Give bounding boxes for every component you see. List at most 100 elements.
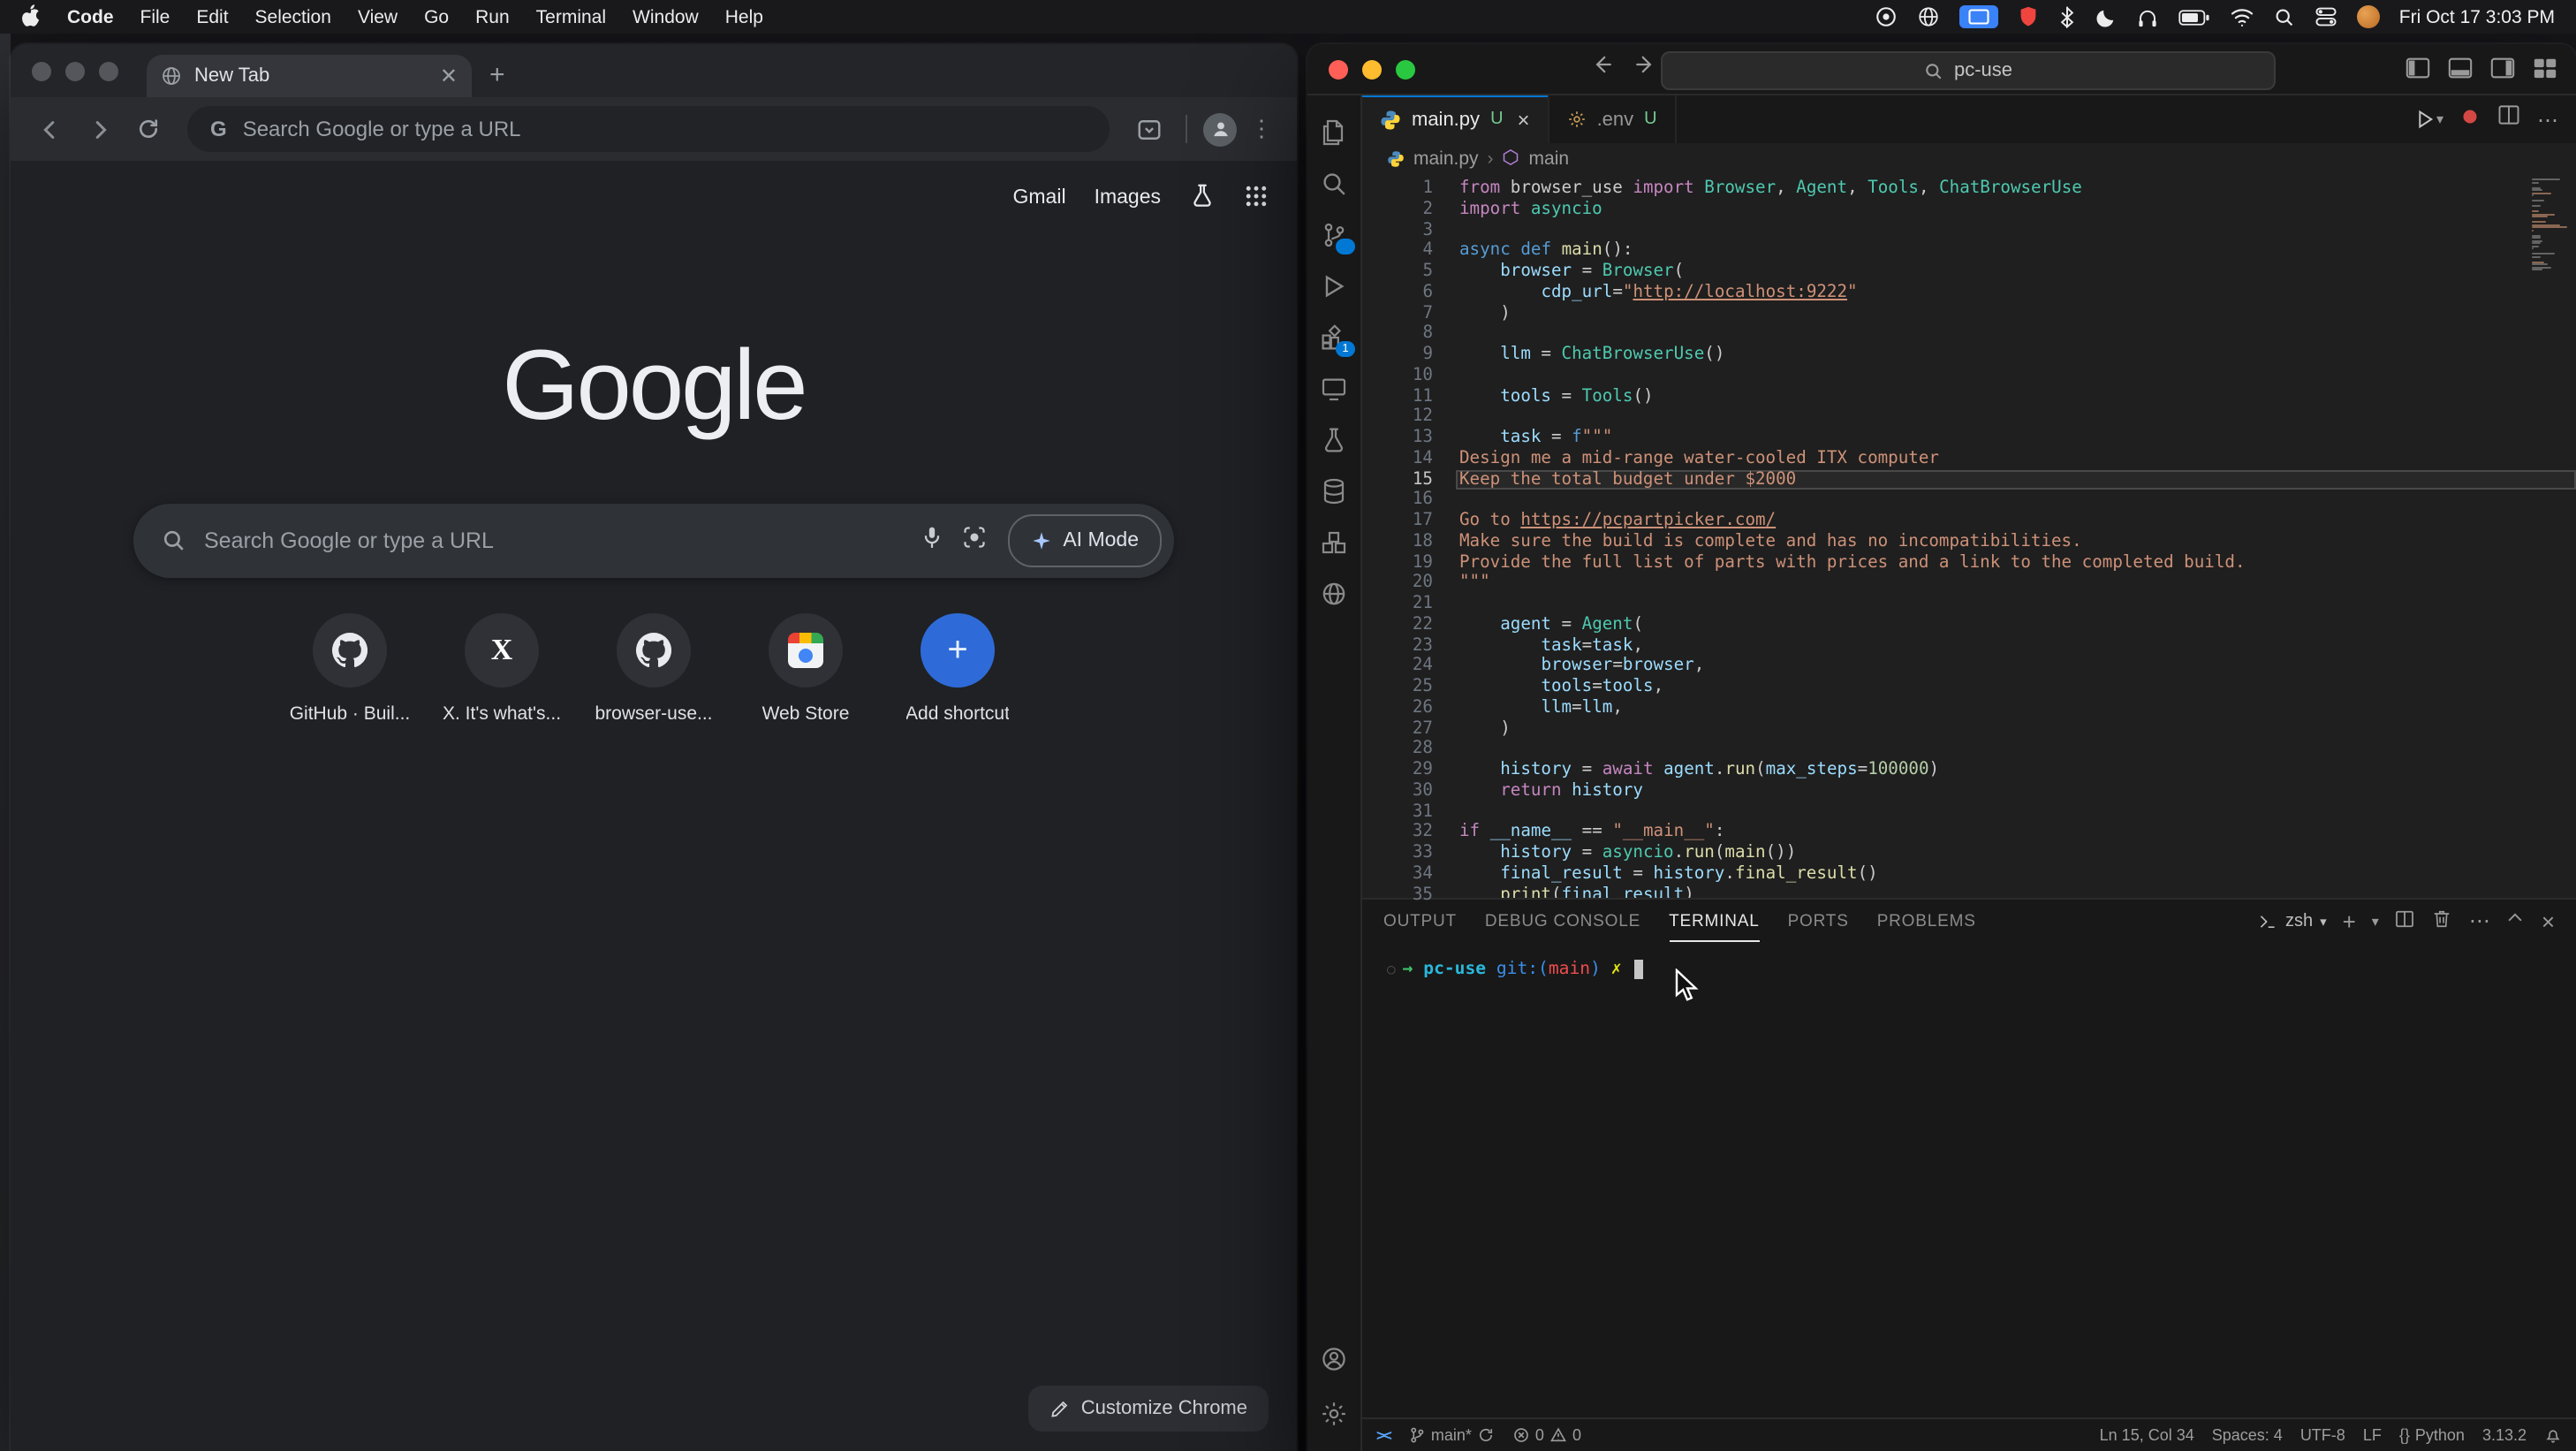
terminal[interactable]: ○ → pc-use git:(main) ✗ — [1362, 942, 2576, 1417]
google-search-box[interactable]: Search Google or type a URL AI Mode — [133, 504, 1174, 578]
battery-icon[interactable] — [2178, 8, 2210, 26]
command-center-search[interactable]: pc-use — [1661, 51, 2276, 90]
run-python-file-button[interactable]: ▾ — [2413, 108, 2443, 131]
new-tab-button[interactable]: + — [489, 60, 505, 90]
split-editor-icon[interactable] — [2496, 103, 2521, 136]
tab-close-icon[interactable]: × — [1518, 107, 1530, 132]
settings-gear-icon[interactable] — [1320, 1400, 1348, 1437]
code-line-4[interactable]: async def main(): — [1456, 241, 2576, 262]
code-line-35[interactable]: print(final_result) — [1456, 885, 2576, 898]
menubar-item-view[interactable]: View — [358, 6, 398, 27]
problems-indicator[interactable]: 0 0 — [1512, 1426, 1581, 1444]
code-line-25[interactable]: tools=tools, — [1456, 677, 2576, 698]
code-line-9[interactable]: llm = ChatBrowserUse() — [1456, 345, 2576, 366]
code-line-15[interactable]: Keep the total budget under $2000 — [1456, 469, 2576, 490]
screen-record-icon[interactable] — [1875, 5, 1898, 28]
notifications-bell-icon[interactable] — [2544, 1426, 2562, 1444]
vscode-minimize-button[interactable] — [1362, 59, 1382, 79]
code-line-12[interactable] — [1456, 407, 2576, 429]
gmail-link[interactable]: Gmail — [1013, 187, 1066, 209]
labs-flask-icon[interactable] — [1189, 182, 1216, 214]
chrome-minimize-button[interactable] — [65, 62, 85, 81]
customize-layout-icon[interactable] — [2532, 55, 2558, 90]
chrome-menu-icon[interactable]: ⋮ — [1244, 115, 1279, 143]
apple-menu-icon[interactable] — [21, 3, 41, 31]
back-button[interactable] — [28, 108, 71, 150]
control-center-icon[interactable] — [2315, 5, 2337, 28]
code-line-34[interactable]: final_result = history.final_result() — [1456, 864, 2576, 885]
code-line-10[interactable] — [1456, 366, 2576, 387]
forward-button[interactable] — [78, 108, 120, 150]
wifi-icon[interactable] — [2230, 7, 2254, 27]
google-lens-icon[interactable] — [962, 524, 987, 558]
remote-explorer-icon[interactable] — [1307, 362, 1360, 414]
extensions-icon[interactable]: 1 — [1307, 311, 1360, 362]
shield-icon[interactable] — [2018, 5, 2039, 28]
terminal-prompt-line[interactable]: ○ → pc-use git:(main) ✗ — [1387, 960, 2551, 979]
source-control-icon[interactable] — [1307, 209, 1360, 260]
search-icon[interactable] — [1307, 157, 1360, 209]
bluetooth-icon[interactable] — [2058, 5, 2076, 28]
run-and-debug-icon[interactable] — [1307, 260, 1360, 311]
minimap[interactable] — [2532, 179, 2571, 270]
editor-tab-main-py[interactable]: main.pyU× — [1362, 95, 1549, 143]
toggle-primary-sidebar-icon[interactable] — [2405, 55, 2431, 90]
code-line-7[interactable]: ) — [1456, 303, 2576, 324]
headphones-icon[interactable] — [2136, 6, 2159, 27]
menubar-item-code[interactable]: Code — [67, 6, 114, 27]
panel-tab-output[interactable]: OUTPUT — [1383, 900, 1457, 942]
history-forward-button[interactable] — [1634, 53, 1657, 85]
customize-chrome-button[interactable]: Customize Chrome — [1028, 1386, 1269, 1432]
toggle-panel-icon[interactable] — [2447, 55, 2474, 90]
vscode-close-button[interactable] — [1329, 59, 1348, 79]
encoding[interactable]: UTF-8 — [2300, 1426, 2345, 1444]
code-line-16[interactable] — [1456, 490, 2576, 512]
screen-mirroring-active-icon[interactable] — [1959, 5, 1998, 28]
code-line-5[interactable]: browser = Browser( — [1456, 262, 2576, 283]
testing-flask-icon[interactable] — [1307, 414, 1360, 465]
code-line-8[interactable] — [1456, 324, 2576, 346]
code-line-2[interactable]: import asyncio — [1456, 200, 2576, 221]
menubar-item-help[interactable]: Help — [725, 6, 763, 27]
explorer-icon[interactable] — [1307, 106, 1360, 157]
panel-tab-problems[interactable]: PROBLEMS — [1877, 900, 1976, 942]
code-line-3[interactable] — [1456, 220, 2576, 241]
menubar-item-run[interactable]: Run — [475, 6, 510, 27]
shortcut-web-store[interactable]: Web Store — [730, 613, 882, 725]
menubar-item-window[interactable]: Window — [633, 6, 699, 27]
menubar-item-selection[interactable]: Selection — [255, 6, 331, 27]
editor-tab--env[interactable]: .envU — [1549, 95, 1677, 143]
breadcrumbs[interactable]: main.py › main — [1362, 143, 2576, 175]
eol-sequence[interactable]: LF — [2363, 1426, 2382, 1444]
remote-indicator[interactable]: >< — [1376, 1426, 1390, 1444]
terminal-dropdown-icon[interactable]: ▾ — [2372, 913, 2379, 929]
language-mode[interactable]: {}Python — [2399, 1426, 2465, 1444]
indentation[interactable]: Spaces: 4 — [2212, 1426, 2283, 1444]
code-line-31[interactable] — [1456, 801, 2576, 823]
ai-mode-button[interactable]: AI Mode — [1008, 514, 1162, 567]
code-line-26[interactable]: llm=llm, — [1456, 698, 2576, 719]
kill-terminal-icon[interactable] — [2432, 908, 2453, 934]
shortcut-browser-use-[interactable]: browser-use... — [578, 613, 730, 725]
panel-tab-debug-console[interactable]: DEBUG CONSOLE — [1485, 900, 1640, 942]
browser-globe-icon[interactable] — [1307, 567, 1360, 619]
code-line-17[interactable]: Go to https://pcpartpicker.com/ — [1456, 511, 2576, 532]
reload-button[interactable] — [127, 108, 170, 150]
red-dot-icon[interactable] — [2459, 103, 2481, 135]
code-line-30[interactable]: return history — [1456, 781, 2576, 802]
containers-icon[interactable] — [1307, 516, 1360, 567]
voice-search-icon[interactable] — [920, 524, 944, 558]
panel-tab-ports[interactable]: PORTS — [1788, 900, 1849, 942]
new-terminal-icon[interactable]: + — [2343, 908, 2356, 934]
code-editor[interactable]: 1234567891011121314151617181920212223242… — [1362, 175, 2576, 898]
code-line-11[interactable]: tools = Tools() — [1456, 386, 2576, 407]
tab-search-icon[interactable] — [1127, 108, 1170, 150]
code-line-32[interactable]: if __name__ == "__main__": — [1456, 823, 2576, 844]
menubar-item-edit[interactable]: Edit — [196, 6, 228, 27]
code-line-21[interactable] — [1456, 594, 2576, 615]
code-line-24[interactable]: browser=browser, — [1456, 657, 2576, 678]
panel-more-actions-icon[interactable]: ⋯ — [2469, 908, 2490, 933]
focus-moon-icon[interactable] — [2095, 6, 2117, 27]
accounts-icon[interactable] — [1320, 1345, 1348, 1382]
tab-close-icon[interactable]: ✕ — [440, 65, 458, 87]
